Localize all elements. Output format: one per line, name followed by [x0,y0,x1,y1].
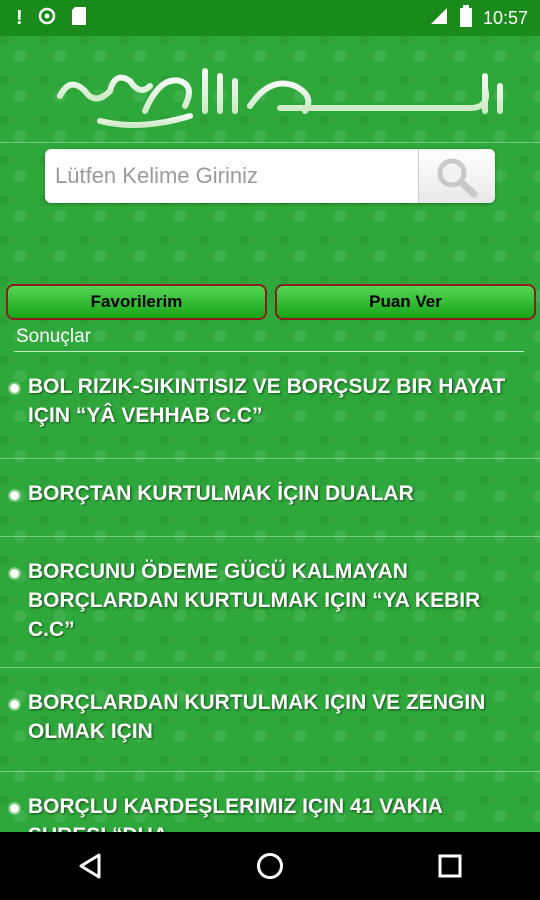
clock: 10:57 [482,7,528,28]
favorites-button[interactable]: Favorilerim [6,284,267,320]
results-list: BOL RIZIK-SIKINTISIZ VE BORÇSUZ BIR HAYA… [0,352,540,832]
signal-icon [429,6,449,31]
list-item[interactable]: BORCUNU ÖDEME GÜCÜ KALMAYAN BORÇLARDAN K… [0,537,540,668]
rate-button[interactable]: Puan Ver [275,284,536,320]
list-item[interactable]: BOL RIZIK-SIKINTISIZ VE BORÇSUZ BIR HAYA… [0,352,540,459]
search-icon [437,158,478,198]
app-content: Favorilerim Puan Ver Sonuçlar BOL RIZIK-… [0,36,540,832]
list-item-title: BORCUNU ÖDEME GÜCÜ KALMAYAN BORÇLARDAN K… [28,560,481,641]
list-item[interactable]: BORÇLARDAN KURTULMAK IÇIN VE ZENGIN OLMA… [0,668,540,772]
search-bar [45,149,495,203]
home-icon [257,853,283,879]
sd-card-icon [71,6,87,31]
list-item-title: BOL RIZIK-SIKINTISIZ VE BORÇSUZ BIR HAYA… [28,375,506,427]
back-icon [79,853,101,879]
list-item-title: BORÇLARDAN KURTULMAK IÇIN VE ZENGIN OLMA… [28,691,486,743]
bullet-icon [10,384,19,393]
action-buttons: Favorilerim Puan Ver [6,284,536,320]
header-divider [0,142,540,143]
list-item-title: BORÇLU KARDEŞLERIMIZ IÇIN 41 VAKIA SURES… [28,795,443,832]
bullet-icon [10,700,19,709]
status-bar: ! 10:57 [0,0,540,36]
bullet-icon [10,569,19,578]
list-item[interactable]: BORÇTAN KURTULMAK İÇIN DUALAR [0,459,540,537]
bullet-icon [10,491,19,500]
results-heading: Sonuçlar [16,326,91,347]
alert-icon: ! [16,7,23,29]
sync-icon [37,6,57,31]
basmala-calligraphy [57,68,503,128]
bullet-icon [10,804,19,813]
list-item-title: BORÇTAN KURTULMAK İÇIN DUALAR [28,482,414,505]
navigation-bar [0,832,540,900]
search-input[interactable] [45,149,418,203]
list-item[interactable]: BORÇLU KARDEŞLERIMIZ IÇIN 41 VAKIA SURES… [0,772,540,832]
back-button[interactable] [60,836,120,896]
recents-icon [438,854,462,878]
home-button[interactable] [240,836,300,896]
header-banner [0,36,540,142]
search-button[interactable] [418,149,495,203]
recents-button[interactable] [420,836,480,896]
battery-icon [459,4,473,32]
